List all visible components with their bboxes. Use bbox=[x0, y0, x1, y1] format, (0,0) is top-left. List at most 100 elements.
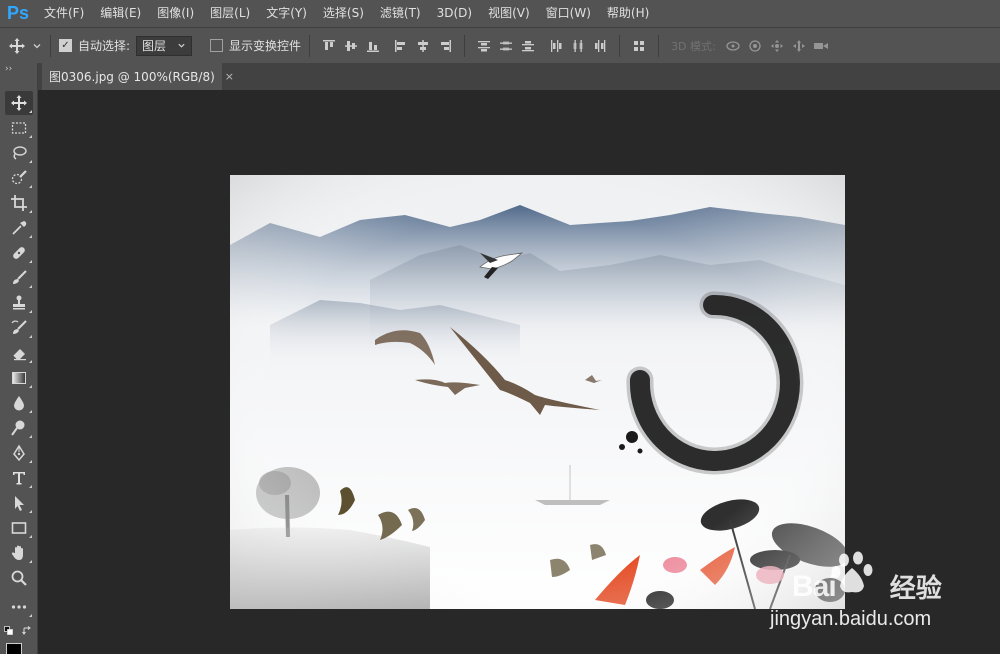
edit-toolbar-button[interactable] bbox=[5, 595, 33, 619]
menu-window[interactable]: 窗口(W) bbox=[538, 0, 599, 27]
lasso-icon bbox=[13, 146, 27, 160]
align-top-edges-icon[interactable] bbox=[318, 35, 340, 57]
watermark-url: jingyan.baidu.com bbox=[770, 608, 932, 630]
distribute-bottom-icon[interactable] bbox=[517, 35, 539, 57]
align-horizontal-centers-icon[interactable] bbox=[412, 35, 434, 57]
menu-help[interactable]: 帮助(H) bbox=[599, 0, 657, 27]
rectangle-icon bbox=[11, 522, 27, 534]
gradient-tool[interactable] bbox=[5, 366, 33, 390]
eyedropper-tool[interactable] bbox=[5, 216, 33, 240]
type-tool[interactable] bbox=[5, 466, 33, 490]
auto-align-layers-icon[interactable] bbox=[628, 35, 650, 57]
gradient-icon bbox=[12, 372, 26, 384]
divider bbox=[464, 34, 466, 57]
watermark-brand-text: Bai bbox=[792, 569, 837, 603]
type-icon bbox=[13, 472, 25, 485]
align-left-edges-icon[interactable] bbox=[390, 35, 412, 57]
lasso-tool[interactable] bbox=[5, 141, 33, 165]
history-brush-tool[interactable] bbox=[5, 316, 33, 340]
options-bar: ✓ 自动选择: 图层 显示变换控件 3D 模式: bbox=[0, 27, 1000, 63]
menu-filter[interactable]: 滤镜(T) bbox=[372, 0, 429, 27]
clone-stamp-tool[interactable] bbox=[5, 291, 33, 315]
menu-select[interactable]: 选择(S) bbox=[315, 0, 372, 27]
show-transform-checkbox[interactable] bbox=[210, 39, 224, 52]
tool-preset[interactable] bbox=[8, 37, 42, 55]
3d-camera-icon[interactable] bbox=[810, 35, 832, 57]
menu-type[interactable]: 文字(Y) bbox=[258, 0, 315, 27]
document-title: 图0306.jpg @ 100%(RGB/8) bbox=[49, 70, 215, 84]
marquee-tool[interactable] bbox=[5, 116, 33, 140]
auto-select-checkbox[interactable]: ✓ bbox=[59, 39, 72, 52]
swap-colors-icon bbox=[22, 626, 31, 635]
hand-tool[interactable] bbox=[5, 541, 33, 565]
pen-icon bbox=[13, 444, 25, 462]
3d-mode-label: 3D 模式: bbox=[671, 39, 716, 53]
photoshop-logo: Ps bbox=[6, 3, 30, 23]
auto-select-label: 自动选择: bbox=[78, 39, 131, 53]
quick-selection-icon bbox=[11, 170, 27, 185]
menu-items: 文件(F) 编辑(E) 图像(I) 图层(L) 文字(Y) 选择(S) 滤镜(T… bbox=[36, 0, 657, 27]
crop-icon bbox=[11, 195, 27, 211]
move-icon bbox=[9, 37, 25, 54]
distribute-horizontal-centers-icon[interactable] bbox=[567, 35, 589, 57]
zoom-icon bbox=[11, 570, 27, 586]
color-swap-controls[interactable] bbox=[4, 625, 34, 639]
document-canvas-image[interactable] bbox=[230, 175, 845, 609]
distribute-vertical-centers-icon[interactable] bbox=[495, 35, 517, 57]
eyedropper-icon bbox=[12, 221, 27, 235]
eraser-tool[interactable] bbox=[5, 341, 33, 365]
document-tab[interactable]: 图0306.jpg @ 100%(RGB/8) × bbox=[42, 63, 234, 90]
3d-roll-icon[interactable] bbox=[744, 35, 766, 57]
align-vertical-centers-icon[interactable] bbox=[340, 35, 362, 57]
distribute-right-icon[interactable] bbox=[589, 35, 611, 57]
arrow-pointer-icon bbox=[15, 496, 24, 511]
move-tool[interactable] bbox=[5, 91, 33, 115]
crop-tool[interactable] bbox=[5, 191, 33, 215]
dodge-tool[interactable] bbox=[5, 416, 33, 440]
menu-edit[interactable]: 编辑(E) bbox=[92, 0, 149, 27]
baidu-watermark: Bai 经验 jingyan.baidu.com bbox=[770, 548, 995, 654]
brush-icon bbox=[13, 270, 27, 284]
divider bbox=[619, 34, 621, 57]
drop-icon bbox=[14, 396, 24, 411]
align-bottom-edges-icon[interactable] bbox=[362, 35, 384, 57]
eraser-icon bbox=[12, 349, 26, 361]
rectangle-tool[interactable] bbox=[5, 516, 33, 540]
hand-icon bbox=[11, 545, 23, 560]
menu-3d[interactable]: 3D(D) bbox=[429, 0, 480, 27]
history-brush-icon bbox=[11, 320, 27, 334]
healing-brush-tool[interactable] bbox=[5, 241, 33, 265]
3d-slide-icon[interactable] bbox=[788, 35, 810, 57]
tools-panel: ›› bbox=[0, 63, 38, 654]
zoom-tool[interactable] bbox=[5, 566, 33, 590]
auto-select-dropdown[interactable]: 图层 bbox=[136, 35, 193, 56]
panel-collapse-icon[interactable]: ›› bbox=[0, 63, 37, 83]
align-right-edges-icon[interactable] bbox=[434, 35, 456, 57]
menu-file[interactable]: 文件(F) bbox=[36, 0, 92, 27]
chevron-down-icon bbox=[178, 43, 185, 48]
vignette bbox=[230, 175, 845, 609]
path-selection-tool[interactable] bbox=[5, 491, 33, 515]
more-dots-icon bbox=[11, 605, 27, 609]
brush-tool[interactable] bbox=[5, 266, 33, 290]
menu-layer[interactable]: 图层(L) bbox=[202, 0, 258, 27]
3d-pan-icon[interactable] bbox=[766, 35, 788, 57]
show-transform-label: 显示变换控件 bbox=[229, 39, 302, 53]
close-icon[interactable]: × bbox=[225, 70, 234, 83]
blur-tool[interactable] bbox=[5, 391, 33, 415]
pen-tool[interactable] bbox=[5, 441, 33, 465]
watermark-brand: Bai 经验 bbox=[792, 568, 942, 605]
divider bbox=[658, 34, 660, 57]
3d-orbit-icon[interactable] bbox=[722, 35, 744, 57]
menu-view[interactable]: 视图(V) bbox=[480, 0, 538, 27]
bandage-icon bbox=[13, 247, 25, 259]
default-colors-icon bbox=[4, 626, 13, 635]
move-icon bbox=[11, 95, 27, 111]
distribute-top-icon[interactable] bbox=[473, 35, 495, 57]
menu-image[interactable]: 图像(I) bbox=[149, 0, 202, 27]
divider bbox=[309, 34, 311, 57]
distribute-left-icon[interactable] bbox=[545, 35, 567, 57]
foreground-color-swatch[interactable] bbox=[6, 643, 22, 654]
quick-selection-tool[interactable] bbox=[5, 166, 33, 190]
stamp-icon bbox=[13, 295, 25, 310]
